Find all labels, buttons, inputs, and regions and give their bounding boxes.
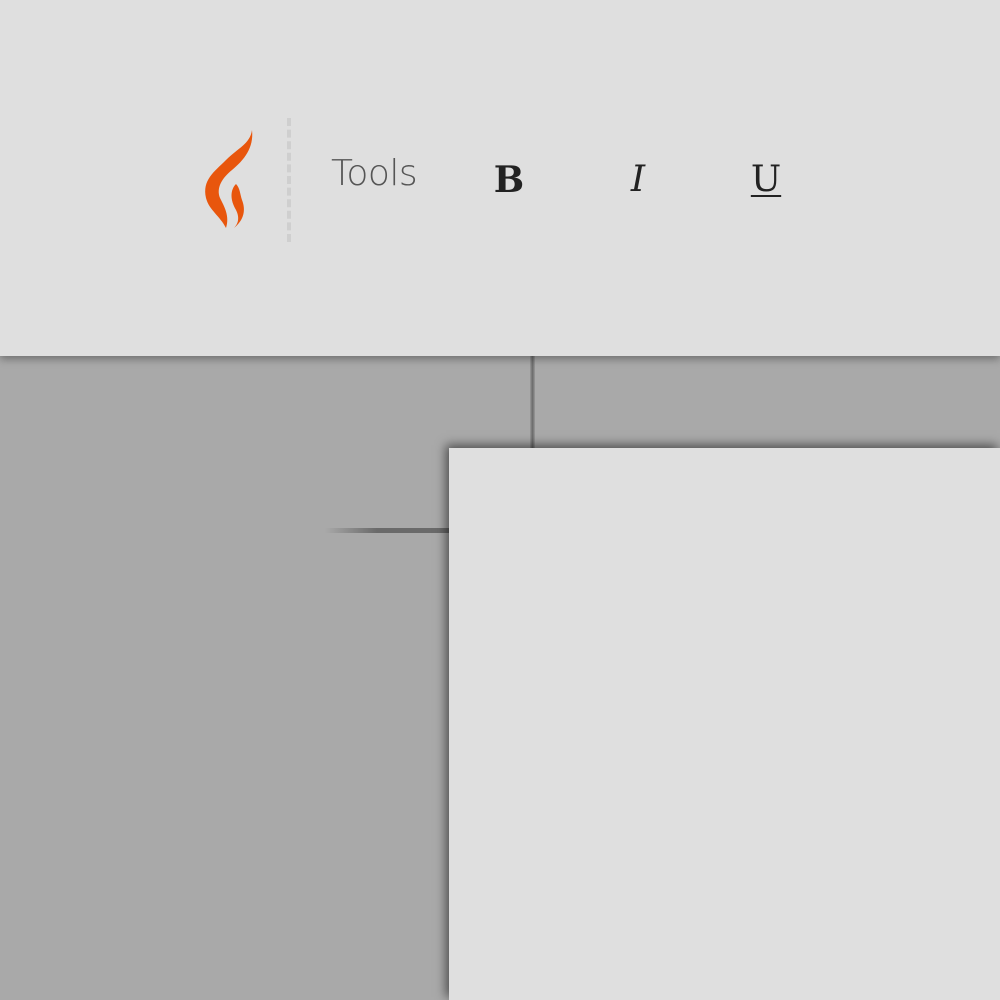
editor-workspace xyxy=(0,356,1000,1000)
flame-logo-icon xyxy=(200,124,260,232)
vertical-guide-line xyxy=(530,356,535,448)
italic-button[interactable]: I xyxy=(608,155,668,205)
underline-button[interactable]: U xyxy=(736,155,796,205)
document-page[interactable] xyxy=(449,448,1000,1000)
bold-button[interactable]: B xyxy=(479,155,539,205)
toolbar-divider xyxy=(287,118,291,242)
tools-menu[interactable]: Tools xyxy=(331,153,418,194)
top-toolbar: Tools B I U xyxy=(0,0,1000,356)
horizontal-guide-line xyxy=(325,528,455,533)
